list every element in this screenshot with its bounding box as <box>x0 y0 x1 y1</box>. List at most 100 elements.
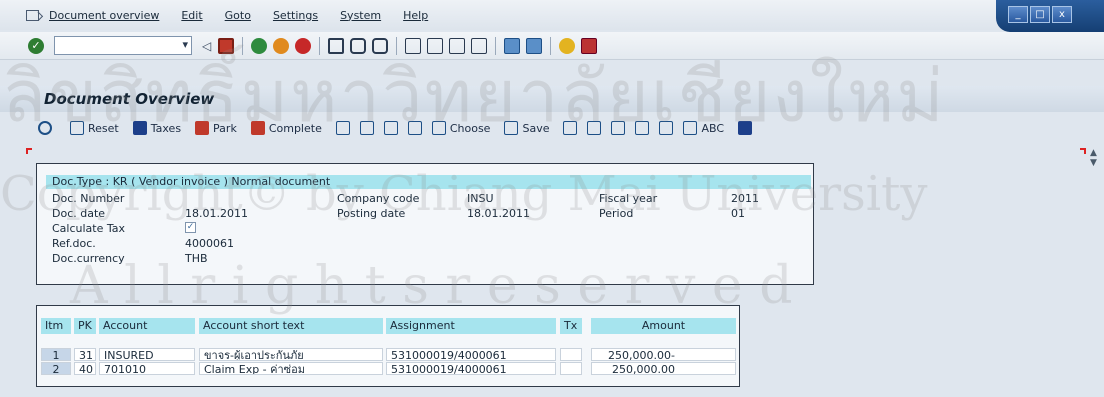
toolbar-separator <box>550 36 552 55</box>
cell-itm[interactable]: 1 <box>41 348 71 361</box>
calculate-tax-checkbox[interactable]: ✓ <box>185 222 196 233</box>
back-arrow-icon[interactable]: ◁ <box>202 39 211 53</box>
table-button[interactable] <box>659 121 677 135</box>
toolbar-separator <box>396 36 398 55</box>
save-icon[interactable] <box>218 37 235 54</box>
period-label: Period <box>599 207 634 220</box>
frame-corner <box>1080 148 1086 154</box>
taxes-button[interactable]: Taxes <box>132 121 182 135</box>
choose-button[interactable]: Choose <box>431 121 490 135</box>
calculate-tax-label: Calculate Tax <box>52 222 126 235</box>
print-preview-icon <box>359 121 374 135</box>
frame-corner <box>26 148 32 154</box>
filter-button[interactable] <box>335 121 354 135</box>
cell-short-text: Claim Exp - ค่าซ่อม <box>199 362 383 375</box>
period-value: 01 <box>731 207 745 220</box>
menu-bar: Document overview Edit Goto Settings Sys… <box>0 0 1104 30</box>
set-filter-button[interactable] <box>383 121 402 135</box>
last-page-icon[interactable] <box>471 37 488 54</box>
maximize-button[interactable]: □ <box>1030 6 1050 23</box>
cell-itm[interactable]: 2 <box>41 362 71 375</box>
sum-button[interactable] <box>563 121 581 135</box>
application-toolbar: Reset Taxes Park Complete Choose Save AB… <box>0 114 1104 142</box>
line-items-table: Itm PK Account Account short text Assign… <box>36 305 740 387</box>
reset-icon <box>70 121 84 135</box>
menu-help[interactable]: Help <box>403 9 428 22</box>
park-icon <box>195 121 210 135</box>
menu-system[interactable]: System <box>340 9 381 22</box>
previous-page-icon[interactable] <box>427 37 444 54</box>
window-controls: _ □ x <box>996 0 1104 32</box>
complete-button[interactable]: Complete <box>250 121 322 135</box>
exit-menu-icon[interactable] <box>26 9 39 21</box>
find-next-icon[interactable] <box>372 37 389 54</box>
cell-assignment: 531000019/4000061 <box>386 348 556 361</box>
taxes-label: Taxes <box>150 121 182 135</box>
next-page-icon[interactable] <box>449 37 466 54</box>
menu-edit[interactable]: Edit <box>181 9 202 22</box>
title-bar: Document Overview <box>0 86 1104 112</box>
menu-goto[interactable]: Goto <box>225 9 251 22</box>
col-tx: Tx <box>560 318 582 334</box>
doc-date-label: Doc. date <box>52 207 106 220</box>
document-header: Doc.Type : KR ( Vendor invoice ) Normal … <box>36 163 814 285</box>
doc-currency-value: THB <box>185 252 208 265</box>
close-button[interactable]: x <box>1052 6 1072 23</box>
toolbar-separator <box>319 36 321 55</box>
table-row[interactable]: 1 31 INSURED ขาจร-ผู้เอาประกันภัย 531000… <box>37 348 741 361</box>
cell-amount: 250,000.00- <box>591 348 736 361</box>
display-button[interactable] <box>38 121 56 135</box>
table-row[interactable]: 2 40 701010 Claim Exp - ค่าซ่อม 53100001… <box>37 362 741 375</box>
filter-icon <box>335 121 350 135</box>
menu-settings[interactable]: Settings <box>273 9 318 22</box>
save-layout-button[interactable]: Save <box>504 121 549 135</box>
cell-tx <box>560 348 582 361</box>
layout-icon <box>407 121 422 135</box>
menu-document-overview[interactable]: Document overview <box>49 9 159 22</box>
magnifier-icon <box>38 121 52 135</box>
layout-menu-icon[interactable] <box>581 37 598 54</box>
choose-layout-icon <box>431 121 446 135</box>
fiscal-year-label: Fiscal year <box>599 192 658 205</box>
reset-button[interactable]: Reset <box>70 121 119 135</box>
cell-short-text: ขาจร-ผู้เอาประกันภัย <box>199 348 383 361</box>
toolbar-separator <box>495 36 497 55</box>
park-label: Park <box>213 121 237 135</box>
col-pk: PK <box>74 318 96 334</box>
find-icon[interactable] <box>350 37 367 54</box>
export-icon <box>611 121 626 135</box>
new-session-icon[interactable] <box>504 37 521 54</box>
park-button[interactable]: Park <box>195 121 237 135</box>
col-account: Account <box>99 318 195 334</box>
scrollbar[interactable]: ▲ ▼ <box>1090 148 1100 178</box>
doc-date-value: 18.01.2011 <box>185 207 248 220</box>
enter-check-icon[interactable]: ✓ <box>28 37 44 54</box>
set-filter-icon <box>383 121 398 135</box>
command-field[interactable] <box>54 36 192 55</box>
company-code-label: Company code <box>337 192 420 205</box>
col-itm: Itm <box>41 318 71 334</box>
minimize-button[interactable]: _ <box>1008 6 1028 23</box>
subtotal-button[interactable] <box>587 121 605 135</box>
back-icon[interactable] <box>251 37 268 54</box>
abc-button[interactable]: ABC <box>683 121 724 135</box>
toolbar-separator <box>242 36 244 55</box>
cell-amount: 250,000.00 <box>591 362 736 375</box>
fiscal-year-value: 2011 <box>731 192 759 205</box>
first-page-icon[interactable] <box>405 37 422 54</box>
layout-button[interactable] <box>407 121 426 135</box>
info-button[interactable] <box>738 121 756 135</box>
document-content: Doc.Type : KR ( Vendor invoice ) Normal … <box>26 148 1086 397</box>
print-preview-button[interactable] <box>359 121 378 135</box>
help-icon[interactable] <box>559 37 576 54</box>
print-icon[interactable] <box>328 37 345 54</box>
save-label: Save <box>522 121 550 135</box>
info-icon <box>738 121 753 135</box>
cell-account: INSURED <box>99 348 195 361</box>
cancel-icon[interactable] <box>295 37 312 54</box>
col-amount: Amount <box>591 318 736 334</box>
shortcut-icon[interactable] <box>526 37 543 54</box>
export-button[interactable] <box>611 121 629 135</box>
edit-button[interactable] <box>635 121 653 135</box>
exit-icon[interactable] <box>273 37 290 54</box>
